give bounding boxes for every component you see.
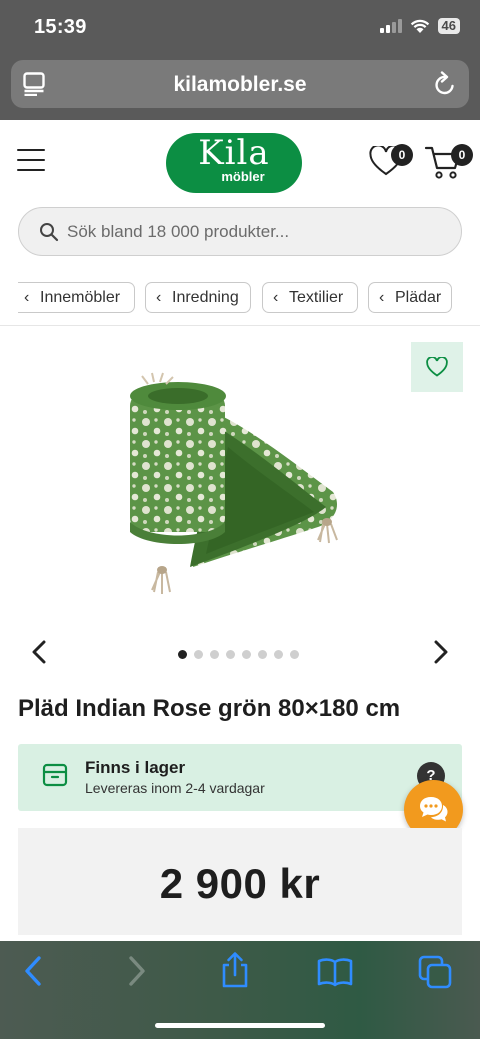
add-to-favorites-button[interactable] <box>411 342 463 392</box>
search-input[interactable] <box>67 208 447 255</box>
next-image-button[interactable] <box>430 640 450 664</box>
pagination-dot[interactable] <box>290 650 299 659</box>
breadcrumb-item-inredning[interactable]: ‹ Inredning <box>145 282 251 313</box>
breadcrumb-label: Plädar <box>395 289 442 306</box>
address-bar[interactable]: kilamobler.se <box>11 60 469 108</box>
status-indicators: 46 <box>379 18 460 34</box>
product-image[interactable] <box>118 372 368 612</box>
url-text: kilamobler.se <box>173 73 307 96</box>
browser-address-area: kilamobler.se <box>0 58 480 120</box>
breadcrumb: ‹ Innemöbler ‹ Inredning ‹ Textilier ‹ P… <box>0 282 480 314</box>
pagination-dot[interactable] <box>178 650 187 659</box>
price-box: 2 900 kr <box>18 828 462 935</box>
previous-image-button[interactable] <box>30 640 50 664</box>
breadcrumb-item-innemobler[interactable]: ‹ Innemöbler <box>18 282 135 313</box>
product-price: 2 900 kr <box>159 860 321 907</box>
forward-icon[interactable] <box>126 955 148 987</box>
menu-icon[interactable] <box>17 149 45 173</box>
tabs-icon[interactable] <box>418 955 452 989</box>
status-time: 15:39 <box>34 16 87 38</box>
pagination-dot[interactable] <box>242 650 251 659</box>
header-divider <box>0 325 480 326</box>
stock-status-box: Finns i lager Levereras inom 2-4 vardaga… <box>18 744 462 811</box>
pagination-dot[interactable] <box>226 650 235 659</box>
package-icon <box>42 763 68 787</box>
search-bar <box>18 207 462 256</box>
chevron-left-icon: ‹ <box>156 289 162 306</box>
cellular-signal-icon <box>379 19 402 33</box>
product-title: Pläd Indian Rose grön 80×180 cm <box>18 695 401 722</box>
pagination-dot[interactable] <box>258 650 267 659</box>
breadcrumb-item-pladar[interactable]: ‹ Plädar <box>368 282 452 313</box>
image-pagination-dots <box>178 650 299 659</box>
home-indicator <box>155 1023 325 1028</box>
wifi-icon <box>410 19 429 33</box>
search-icon <box>40 223 59 242</box>
status-bar: 15:39 46 <box>0 0 480 58</box>
breadcrumb-label: Textilier <box>289 289 344 306</box>
pagination-dot[interactable] <box>274 650 283 659</box>
pagination-dot[interactable] <box>194 650 203 659</box>
breadcrumb-label: Innemöbler <box>40 289 121 306</box>
back-icon[interactable] <box>22 955 44 987</box>
battery-indicator: 46 <box>437 18 460 34</box>
chevron-left-icon: ‹ <box>24 289 30 306</box>
breadcrumb-label: Inredning <box>172 289 239 306</box>
delivery-time: Levereras inom 2-4 vardagar <box>85 780 265 796</box>
chevron-left-icon: ‹ <box>379 289 385 306</box>
chat-bubbles-icon <box>420 797 448 822</box>
logo-subtitle: möbler <box>221 169 265 184</box>
bookmarks-icon[interactable] <box>317 957 353 987</box>
wishlist-count-badge: 0 <box>391 144 413 166</box>
logo-wordmark: Kila <box>198 133 270 173</box>
stock-title: Finns i lager <box>85 758 186 777</box>
chevron-left-icon: ‹ <box>273 289 279 306</box>
share-icon[interactable] <box>220 951 250 989</box>
cart-count-badge: 0 <box>451 144 473 166</box>
pagination-dot[interactable] <box>210 650 219 659</box>
reload-icon[interactable] <box>433 71 457 97</box>
heart-icon <box>426 357 448 377</box>
breadcrumb-item-textilier[interactable]: ‹ Textilier <box>262 282 358 313</box>
kila-logo[interactable]: Kila möbler <box>166 133 302 193</box>
